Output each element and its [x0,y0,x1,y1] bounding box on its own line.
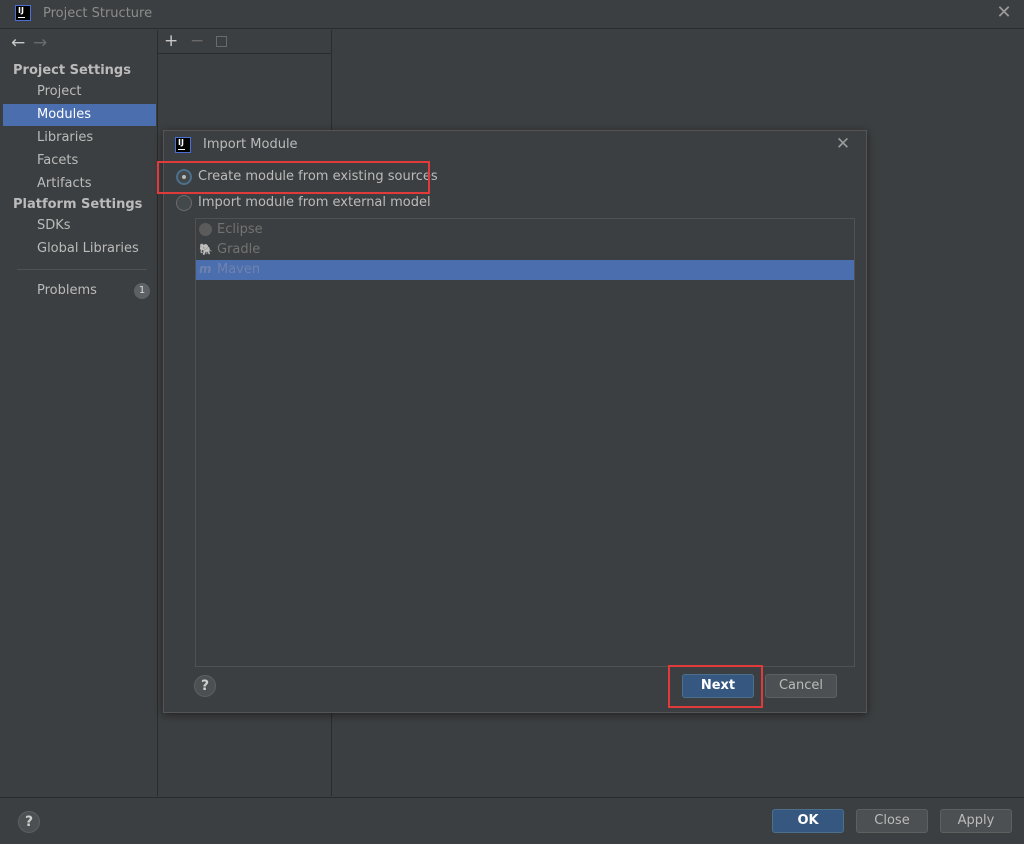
sidebar-divider [17,269,147,270]
help-button[interactable]: ? [18,811,40,833]
list-item-label: Eclipse [217,222,263,237]
remove-icon[interactable]: − [190,31,204,51]
radio-label: Import module from external model [198,195,431,210]
sidebar-item-global-libraries[interactable]: Global Libraries [3,238,156,260]
next-button[interactable]: Next [682,674,754,698]
close-button[interactable]: Close [856,809,928,833]
window-close-icon[interactable]: ✕ [994,2,1014,23]
nav-arrows: ← → [11,33,55,53]
module-toolbar: + − [158,30,332,54]
radio-label: Create module from existing sources [198,169,438,184]
sidebar-item-modules[interactable]: Modules [3,104,156,126]
apply-button[interactable]: Apply [940,809,1012,833]
sidebar: ← → Project Settings Project Modules Libr… [3,30,156,796]
sidebar-item-libraries[interactable]: Libraries [3,127,156,149]
list-item-maven[interactable]: m Maven [196,260,854,280]
sidebar-item-sdks[interactable]: SDKs [3,215,156,237]
intellij-icon: IJ [175,137,191,153]
window-title: Project Structure [43,6,153,21]
forward-arrow-icon[interactable]: → [33,33,55,53]
intellij-icon: IJ [15,5,31,21]
title-bar: IJ Project Structure ✕ [0,0,1024,29]
footer-bar: ? OK Close Apply [0,797,1024,844]
cancel-button[interactable]: Cancel [765,674,837,698]
sidebar-item-facets[interactable]: Facets [3,150,156,172]
sidebar-item-project[interactable]: Project [3,81,156,103]
list-item-label: Gradle [217,242,261,257]
import-module-dialog: IJ Import Module ✕ Create module from ex… [163,130,867,713]
list-item-gradle[interactable]: 🐘 Gradle [196,240,854,260]
dialog-help-button[interactable]: ? [194,675,216,697]
radio-button[interactable] [176,195,192,211]
list-item-eclipse[interactable]: Eclipse [196,220,854,240]
external-model-list[interactable]: Eclipse 🐘 Gradle m Maven [195,218,855,667]
eclipse-icon [199,223,212,236]
copy-icon[interactable] [216,36,227,47]
dialog-close-icon[interactable]: ✕ [832,134,854,154]
section-platform-settings: Platform Settings [13,197,143,212]
sidebar-item-artifacts[interactable]: Artifacts [3,173,156,195]
back-arrow-icon[interactable]: ← [11,33,33,53]
dialog-title: Import Module [203,137,298,152]
radio-button-selected[interactable] [176,169,192,185]
add-icon[interactable]: + [164,31,178,51]
sidebar-item-problems[interactable]: Problems 1 [3,280,156,302]
section-project-settings: Project Settings [13,63,131,78]
ok-button[interactable]: OK [772,809,844,833]
problems-count-badge: 1 [134,283,150,299]
gradle-icon: 🐘 [199,243,213,256]
list-item-label: Maven [217,262,261,277]
maven-icon: m [199,262,212,276]
problems-label: Problems [37,283,97,298]
